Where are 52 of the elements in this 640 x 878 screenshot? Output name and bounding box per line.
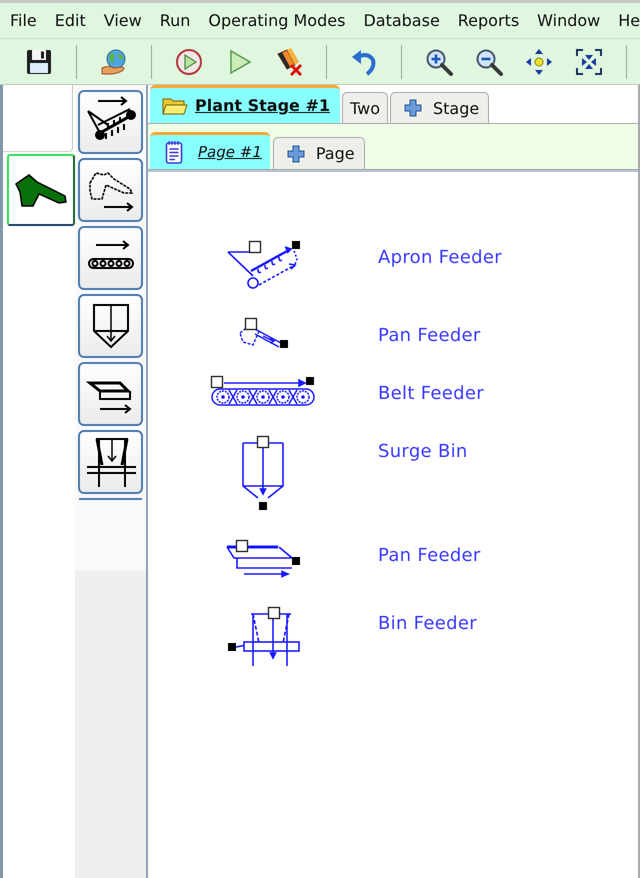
node-label: Apron Feeder bbox=[378, 247, 502, 268]
eraser-icon[interactable] bbox=[275, 48, 303, 76]
zoom-out-icon[interactable] bbox=[475, 48, 503, 76]
zoom-in-icon[interactable] bbox=[425, 48, 453, 76]
fit-to-screen-icon[interactable] bbox=[575, 48, 603, 76]
palette-button[interactable] bbox=[78, 90, 143, 154]
node-label: Pan Feeder bbox=[378, 325, 481, 346]
menu-item[interactable]: Operating Modes bbox=[200, 8, 354, 33]
stage-tab[interactable]: Stage bbox=[390, 92, 490, 123]
input-port-icon[interactable] bbox=[256, 436, 270, 448]
menu-item[interactable]: Edit bbox=[46, 8, 94, 33]
center-arrows-icon[interactable] bbox=[525, 48, 553, 76]
globe-hand-icon[interactable] bbox=[100, 48, 128, 76]
menu-item[interactable]: View bbox=[96, 8, 150, 33]
notepad-icon bbox=[165, 140, 183, 164]
apron-feeder-icon[interactable] bbox=[227, 246, 298, 289]
stage-tab[interactable]: Two bbox=[342, 92, 388, 123]
surge-bin-icon[interactable] bbox=[242, 442, 284, 499]
save-icon[interactable] bbox=[25, 48, 53, 76]
category-button[interactable] bbox=[7, 154, 75, 226]
output-port-icon[interactable] bbox=[228, 643, 236, 651]
menu-item[interactable]: He bbox=[610, 8, 640, 33]
menu-item[interactable]: File bbox=[2, 8, 45, 33]
menu-item[interactable]: Window bbox=[529, 8, 608, 33]
node-label: Bin Feeder bbox=[378, 613, 477, 634]
page-tab[interactable]: Page bbox=[272, 137, 365, 169]
node-label: Belt Feeder bbox=[378, 383, 484, 404]
folder-icon bbox=[162, 96, 188, 116]
page-tab[interactable]: Page #1 bbox=[150, 132, 270, 169]
input-port-icon[interactable] bbox=[210, 376, 224, 388]
menu-item[interactable]: Database bbox=[355, 8, 448, 33]
node-label: Surge Bin bbox=[378, 441, 468, 462]
plus-icon bbox=[404, 99, 422, 117]
input-port-icon[interactable] bbox=[236, 540, 248, 552]
input-port-icon[interactable] bbox=[267, 606, 280, 620]
plus-icon bbox=[286, 144, 305, 162]
bin-feeder-icon[interactable] bbox=[235, 613, 300, 667]
palette-button[interactable] bbox=[78, 294, 143, 358]
menu-item[interactable]: Reports bbox=[450, 8, 528, 33]
palette-button[interactable] bbox=[78, 430, 143, 494]
stage-tab[interactable]: Plant Stage #1 bbox=[150, 85, 340, 123]
undo-icon[interactable] bbox=[350, 48, 378, 76]
node-label: Pan Feeder bbox=[378, 545, 481, 566]
menu-item[interactable]: Run bbox=[152, 8, 198, 33]
palette-button[interactable] bbox=[78, 158, 143, 222]
tray-feeder-icon[interactable] bbox=[226, 546, 294, 578]
input-port-icon[interactable] bbox=[244, 318, 258, 330]
belt-feeder-icon[interactable] bbox=[211, 378, 315, 406]
palette-button[interactable] bbox=[78, 226, 143, 290]
play-circle-icon[interactable] bbox=[175, 48, 203, 76]
palette-button[interactable] bbox=[78, 362, 143, 426]
input-port-icon[interactable] bbox=[248, 240, 262, 254]
